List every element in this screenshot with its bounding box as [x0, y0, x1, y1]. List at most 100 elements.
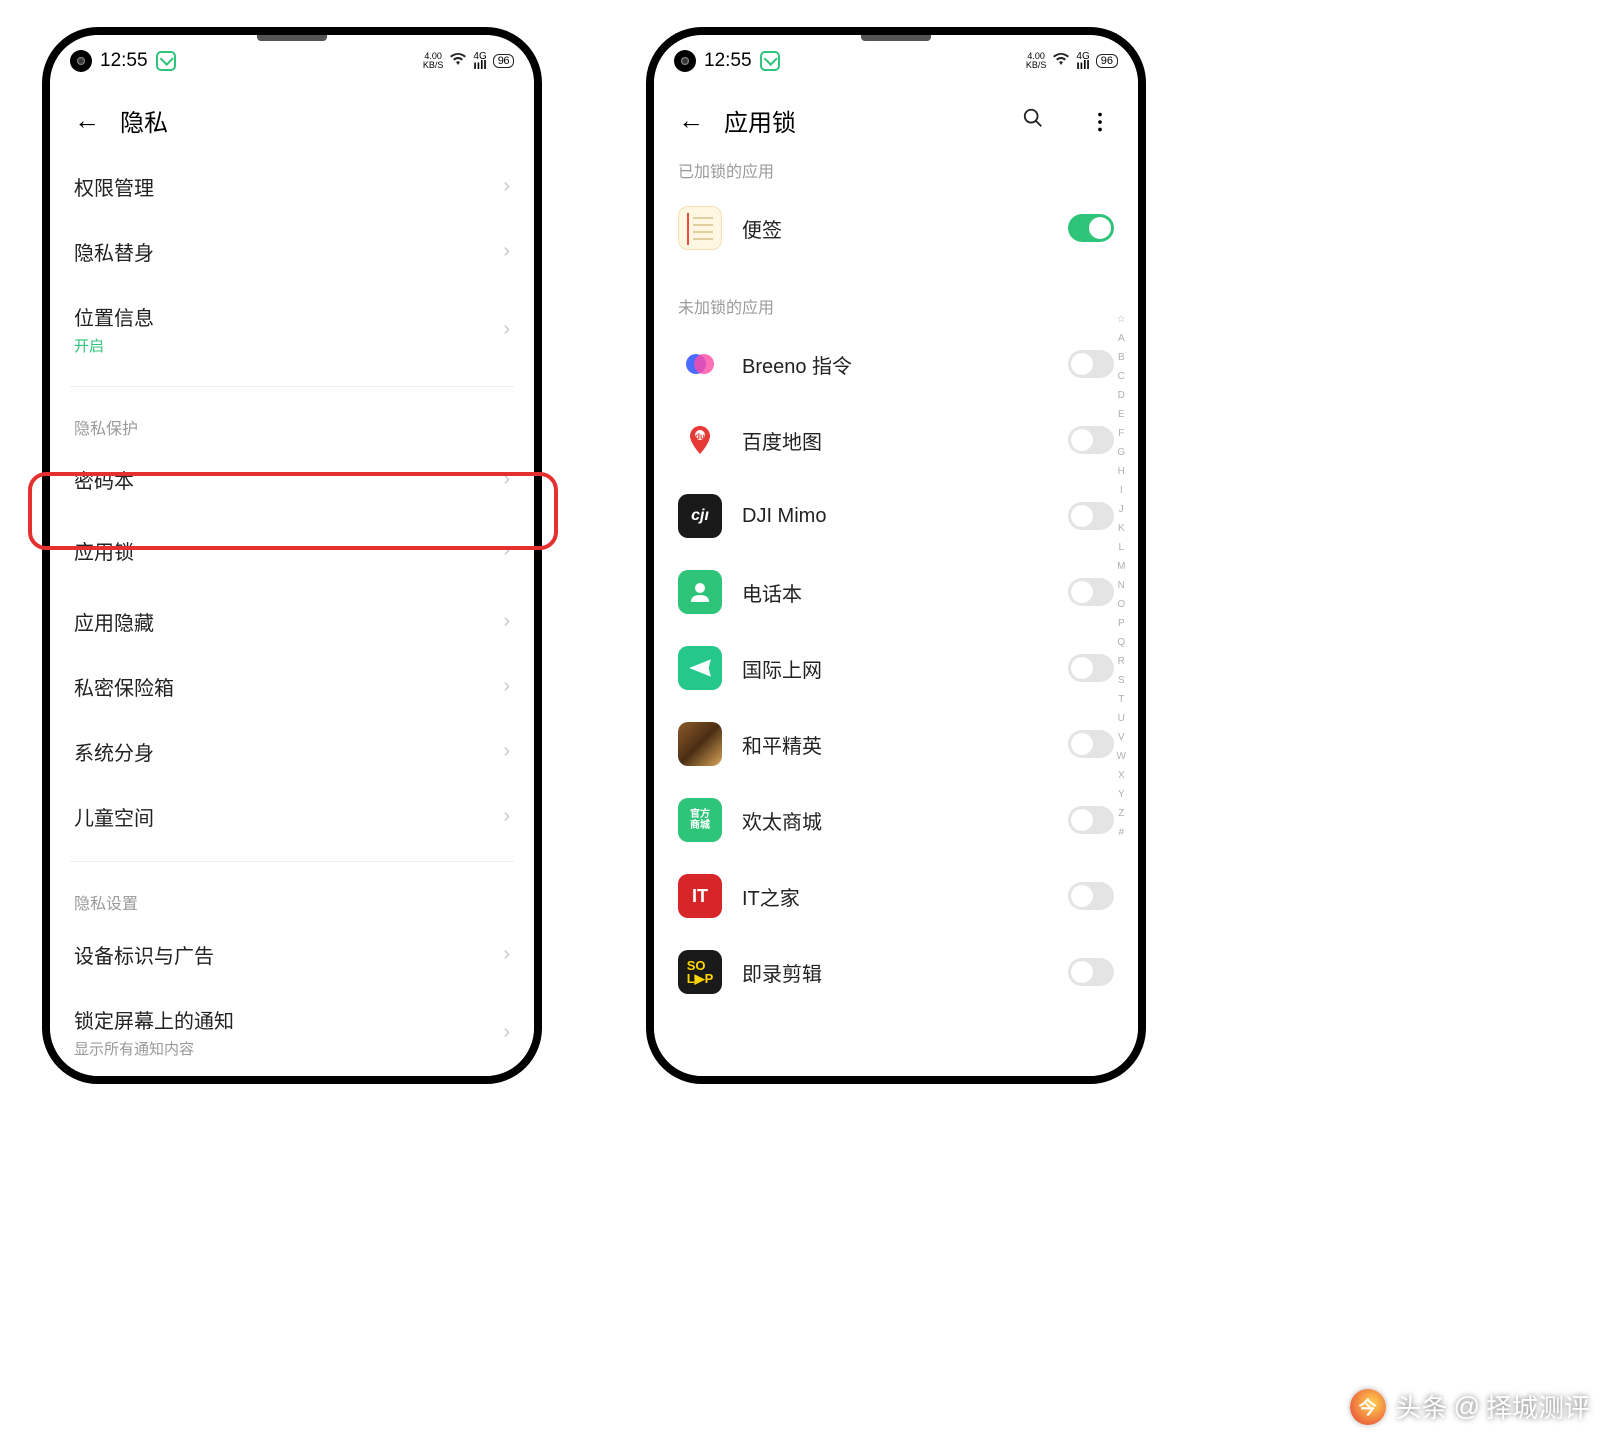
alpha-M[interactable]: M [1117, 557, 1126, 576]
watermark-author: 择城测评 [1486, 1388, 1590, 1425]
app-lock-list: 已加锁的应用 便签 未加锁的应用 Breeno 指令 du 百度地图 cjı D… [654, 154, 1138, 1076]
row-system-clone[interactable]: 系统分身› [74, 719, 510, 784]
section-privacy-protection: 隐私保护 [74, 415, 510, 439]
search-icon[interactable] [1022, 107, 1044, 135]
alpha-K[interactable]: K [1117, 519, 1126, 538]
app-row-soloop[interactable]: SOL▶P 即录剪辑 [678, 934, 1114, 1010]
alpha-B[interactable]: B [1117, 348, 1126, 367]
alpha-G[interactable]: G [1117, 443, 1126, 462]
row-permissions[interactable]: 权限管理› [74, 154, 510, 219]
ithome-app-icon: IT [678, 874, 722, 918]
contacts-app-icon [678, 570, 722, 614]
row-privacy-substitute[interactable]: 隐私替身› [74, 219, 510, 284]
alpha-Z[interactable]: Z [1117, 804, 1126, 823]
page-header: ← 应用锁 ︙ [654, 79, 1138, 154]
dji-app-icon: cjı [678, 494, 722, 538]
alpha-R[interactable]: R [1117, 652, 1126, 671]
toggle-intl[interactable] [1068, 654, 1114, 682]
intl-roaming-app-icon [678, 646, 722, 690]
toggle-breeno[interactable] [1068, 350, 1114, 378]
alpha-F[interactable]: F [1117, 424, 1126, 443]
alpha-V[interactable]: V [1117, 728, 1126, 747]
status-bar: 12:55 4.00KB/S 4Gııll 96 [50, 35, 534, 79]
app-row-baidu-map[interactable]: du 百度地图 [678, 402, 1114, 478]
battery-icon: 96 [1096, 54, 1118, 68]
page-title: 隐私 [120, 103, 510, 138]
watermark: 今 头条 @ 择城测评 [1350, 1388, 1590, 1425]
alpha-index[interactable]: ☆ABCDEFGHIJKLMNOPQRSTUVWXYZ# [1117, 310, 1126, 842]
app-row-huantai[interactable]: 官方商城 欢太商城 [678, 782, 1114, 858]
alpha-X[interactable]: X [1117, 766, 1126, 785]
chevron-right-icon: › [503, 468, 510, 491]
toggle-baidu-map[interactable] [1068, 426, 1114, 454]
toggle-contacts[interactable] [1068, 578, 1114, 606]
alpha-T[interactable]: T [1117, 690, 1126, 709]
page-header: ← 隐私 [50, 79, 534, 154]
wifi-icon [1052, 52, 1070, 71]
alpha-H[interactable]: H [1117, 462, 1126, 481]
toggle-pubg[interactable] [1068, 730, 1114, 758]
alpha-I[interactable]: I [1117, 481, 1126, 500]
toggle-dji[interactable] [1068, 502, 1114, 530]
alpha-Y[interactable]: Y [1117, 785, 1126, 804]
alpha-C[interactable]: C [1117, 367, 1126, 386]
alpha-P[interactable]: P [1117, 614, 1126, 633]
app-row-intl-roaming[interactable]: 国际上网 [678, 630, 1114, 706]
row-lockscreen-notif[interactable]: 锁定屏幕上的通知显示所有通知内容 › [74, 987, 510, 1059]
back-button[interactable]: ← [74, 105, 100, 136]
chevron-right-icon: › [503, 675, 510, 698]
alpha-U[interactable]: U [1117, 709, 1126, 728]
app-row-contacts[interactable]: 电话本 [678, 554, 1114, 630]
chevron-right-icon: › [503, 740, 510, 763]
row-child-space[interactable]: 儿童空间› [74, 784, 510, 849]
row-app-hide[interactable]: 应用隐藏› [74, 589, 510, 654]
unlocked-apps-label: 未加锁的应用 [678, 294, 1114, 318]
toggle-soloop[interactable] [1068, 958, 1114, 986]
watermark-brand: 头条 [1396, 1388, 1448, 1425]
app-row-notes[interactable]: 便签 [678, 190, 1114, 266]
more-icon[interactable]: ︙ [1082, 111, 1114, 131]
app-row-ithome[interactable]: IT IT之家 [678, 858, 1114, 934]
front-camera [674, 50, 696, 72]
soloop-app-icon: SOL▶P [678, 950, 722, 994]
settings-list: 权限管理› 隐私替身› 位置信息开启 › 隐私保护 密码本› 应用锁› 应用隐藏… [50, 154, 534, 1076]
alpha-S[interactable]: S [1117, 671, 1126, 690]
alpha-E[interactable]: E [1117, 405, 1126, 424]
row-location[interactable]: 位置信息开启 › [74, 284, 510, 374]
chevron-right-icon: › [503, 805, 510, 828]
alpha-J[interactable]: J [1117, 500, 1126, 519]
alpha-A[interactable]: A [1117, 329, 1126, 348]
divider [70, 386, 514, 387]
alpha-N[interactable]: N [1117, 576, 1126, 595]
toutiao-logo-icon: 今 [1350, 1389, 1386, 1425]
app-row-breeno[interactable]: Breeno 指令 [678, 326, 1114, 402]
back-button[interactable]: ← [678, 105, 704, 136]
speaker-notch [861, 35, 931, 41]
row-password-book[interactable]: 密码本› [74, 447, 510, 512]
breeno-app-icon [678, 342, 722, 386]
network-speed: 4.00KB/S [1026, 52, 1047, 70]
toggle-notes[interactable] [1068, 214, 1114, 242]
phone-frame-right: 12:55 4.00KB/S 4Gııll 96 ← 应用锁 ︙ 已加锁的应用 … [646, 27, 1146, 1084]
app-row-dji[interactable]: cjı DJI Mimo [678, 478, 1114, 554]
row-device-id-ads[interactable]: 设备标识与广告› [74, 922, 510, 987]
pubg-app-icon [678, 722, 722, 766]
alpha-Q[interactable]: Q [1117, 633, 1126, 652]
row-app-lock[interactable]: 应用锁› [74, 512, 510, 589]
alpha-#[interactable]: # [1117, 823, 1126, 842]
chevron-right-icon: › [503, 240, 510, 263]
page-title: 应用锁 [724, 103, 984, 138]
alpha-L[interactable]: L [1117, 538, 1126, 557]
cell-network: 4Gııll [473, 52, 486, 71]
alpha-W[interactable]: W [1117, 747, 1126, 766]
toggle-ithome[interactable] [1068, 882, 1114, 910]
alpha-O[interactable]: O [1117, 595, 1126, 614]
locked-apps-label: 已加锁的应用 [678, 158, 1114, 182]
alpha-☆[interactable]: ☆ [1117, 310, 1126, 329]
row-private-safe[interactable]: 私密保险箱› [74, 654, 510, 719]
app-row-pubg[interactable]: 和平精英 [678, 706, 1114, 782]
toggle-huantai[interactable] [1068, 806, 1114, 834]
speaker-notch [257, 35, 327, 41]
network-speed: 4.00KB/S [423, 52, 444, 70]
alpha-D[interactable]: D [1117, 386, 1126, 405]
